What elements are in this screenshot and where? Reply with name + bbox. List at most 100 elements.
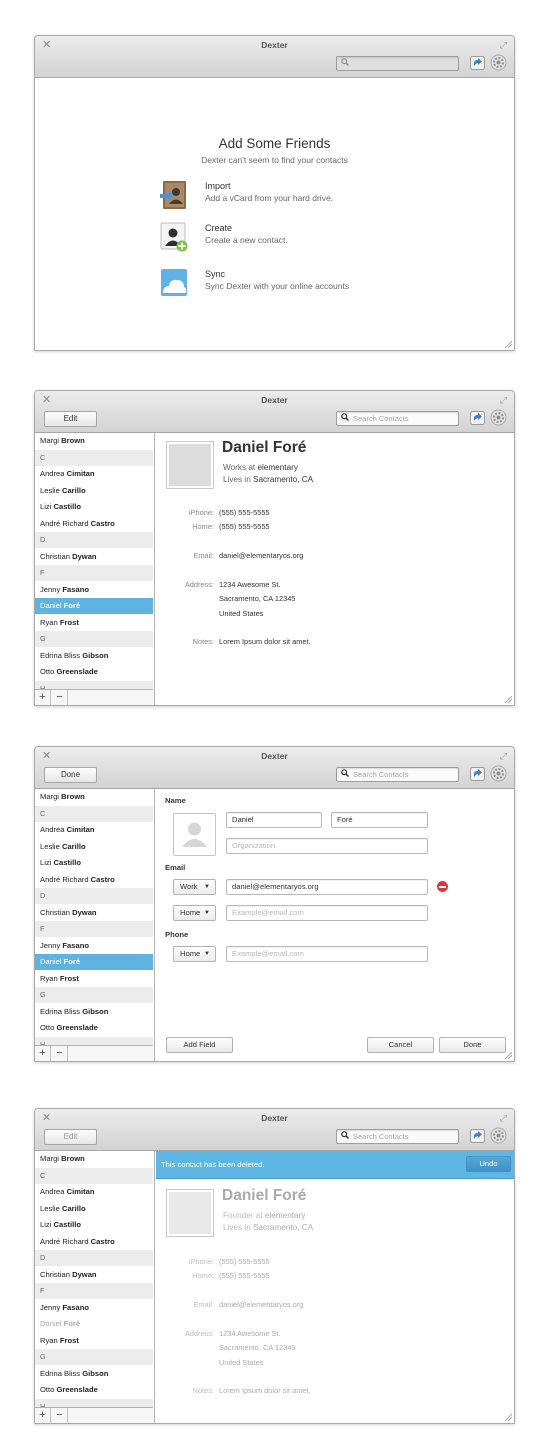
contact-list-item[interactable]: Andrea Cimitan — [35, 466, 153, 482]
contact-list-item[interactable]: Leslie Carillo — [35, 483, 153, 499]
contact-list-item[interactable]: Lizi Castillo — [35, 499, 153, 515]
contact-list-item[interactable]: Margi Brown — [35, 433, 153, 449]
first-name-field[interactable]: Daniel — [226, 812, 322, 828]
phone-type-select[interactable]: Home ▼ — [173, 946, 216, 962]
contact-list-item[interactable]: Andrea Cimitan — [35, 1184, 153, 1200]
contact-last-name: Dywan — [72, 1269, 97, 1279]
contact-list-item[interactable]: Otto Greenslade — [35, 1382, 153, 1398]
contact-list-item[interactable]: Christian Dywan — [35, 905, 153, 921]
iphone-value[interactable]: (555) 555-5555 — [219, 508, 270, 517]
email-value[interactable]: daniel@elementaryos.org — [219, 551, 303, 560]
contact-list-item[interactable]: Otto Greenslade — [35, 664, 153, 680]
add-contact-button[interactable]: + — [35, 690, 51, 705]
welcome-window: ✕ Dexter ⤢ Add Some Friends Dexter can't… — [34, 35, 515, 351]
share-icon[interactable] — [470, 766, 485, 782]
contact-last-name: Castillo — [53, 502, 81, 511]
contact-list-item[interactable]: Daniel Foré — [35, 954, 153, 970]
contact-list-item[interactable]: Christian Dywan — [35, 1267, 153, 1283]
contact-last-name: Greenslade — [56, 667, 98, 676]
remove-contact-button[interactable]: − — [52, 1046, 68, 1061]
contact-list-item[interactable]: Edrina Bliss Gibson — [35, 648, 153, 664]
resize-grip-icon[interactable] — [504, 1413, 512, 1421]
contact-list-item[interactable]: Ryan Frost — [35, 1333, 153, 1349]
contact-list-item[interactable]: Jenny Fasano — [35, 938, 153, 954]
maximize-icon[interactable]: ⤢ — [500, 39, 507, 51]
edit-button[interactable]: Edit — [44, 1129, 97, 1145]
contact-list-item[interactable]: Edrina Bliss Gibson — [35, 1004, 153, 1020]
gear-icon[interactable] — [490, 54, 507, 71]
section-header: D — [35, 1250, 153, 1266]
maximize-icon[interactable]: ⤢ — [500, 1112, 507, 1124]
create-option[interactable]: Create Create a new contact. — [160, 222, 420, 256]
contact-photo[interactable] — [167, 442, 213, 488]
search-input[interactable]: Search Contacts — [336, 1129, 459, 1144]
organization-field[interactable]: Organization — [226, 838, 428, 854]
contact-first-name: Margi — [40, 436, 59, 445]
email-type-select[interactable]: Work ▼ — [173, 879, 216, 895]
contact-list-item[interactable]: Ryan Frost — [35, 615, 153, 631]
gear-icon[interactable] — [490, 409, 507, 426]
contact-list-item[interactable]: Leslie Carillo — [35, 839, 153, 855]
contact-list-item[interactable]: Jenny Fasano — [35, 1300, 153, 1316]
email-field[interactable]: daniel@elementaryos.org — [226, 879, 428, 895]
contact-list-item[interactable]: Jenny Fasano — [35, 582, 153, 598]
remove-contact-button[interactable]: − — [52, 1408, 68, 1423]
contact-list-item[interactable]: André Richard Castro — [35, 1234, 153, 1250]
contact-list-item[interactable]: Leslie Carillo — [35, 1201, 153, 1217]
email-type-select-2[interactable]: Home ▼ — [173, 905, 216, 921]
search-input[interactable]: Search Contacts — [336, 411, 459, 426]
contact-list-item[interactable]: Lizi Castillo — [35, 1217, 153, 1233]
welcome-heading: Add Some Friends — [218, 136, 331, 151]
contact-list-item[interactable]: André Richard Castro — [35, 872, 153, 888]
contact-last-name: Dywan — [72, 551, 97, 561]
share-icon[interactable] — [470, 55, 485, 71]
contact-list-item[interactable]: Christian Dywan — [35, 549, 153, 565]
contact-list-item[interactable]: Lizi Castillo — [35, 855, 153, 871]
home-value[interactable]: (555) 555-5555 — [219, 522, 270, 531]
dropdown-arrow-icon: ▼ — [204, 910, 210, 916]
import-option[interactable]: Import Add a vCard from your hard drive. — [160, 180, 420, 214]
undo-button[interactable]: Undo — [466, 1156, 511, 1172]
iphone-value: (555) 555-5555 — [219, 1257, 270, 1266]
remove-email-icon[interactable] — [437, 881, 448, 892]
contact-first-name: Margi — [40, 1154, 59, 1163]
sync-option[interactable]: Sync Sync Dexter with your online accoun… — [160, 268, 420, 302]
resize-grip-icon[interactable] — [504, 340, 512, 348]
avatar-picker[interactable] — [173, 813, 216, 856]
resize-grip-icon[interactable] — [504, 695, 512, 703]
maximize-icon[interactable]: ⤢ — [500, 394, 507, 406]
resize-grip-icon[interactable] — [504, 1051, 512, 1059]
add-field-button[interactable]: Add Field — [166, 1037, 233, 1053]
create-contact-icon — [160, 222, 188, 252]
contact-list-item[interactable]: Edrina Bliss Gibson — [35, 1366, 153, 1382]
contact-list-item[interactable]: Margi Brown — [35, 1151, 153, 1167]
add-contact-button[interactable]: + — [35, 1408, 51, 1423]
email-field-2[interactable]: Example@email.com — [226, 905, 428, 921]
address-line1[interactable]: 1234 Awesome St. — [219, 580, 281, 589]
contact-list-item[interactable]: André Richard Castro — [35, 516, 153, 532]
list-action-bar: + − — [35, 1407, 153, 1423]
edit-button[interactable]: Edit — [44, 411, 97, 427]
contact-first-name: Lizi — [40, 502, 52, 511]
search-input[interactable]: Search Contacts — [336, 767, 459, 782]
done-form-button[interactable]: Done — [439, 1037, 506, 1053]
share-icon[interactable] — [470, 1128, 485, 1144]
share-icon[interactable] — [470, 410, 485, 426]
contact-last-name: Greenslade — [56, 1023, 98, 1032]
remove-contact-button[interactable]: − — [52, 690, 68, 705]
gear-icon[interactable] — [490, 1127, 507, 1144]
phone-field[interactable]: Example@email.com — [226, 946, 428, 962]
maximize-icon[interactable]: ⤢ — [500, 750, 507, 762]
search-input[interactable] — [336, 56, 459, 71]
last-name-field[interactable]: Foré — [331, 812, 428, 828]
contact-list-item[interactable]: Otto Greenslade — [35, 1020, 153, 1036]
gear-icon[interactable] — [490, 765, 507, 782]
contact-list-item[interactable]: Andrea Cimitan — [35, 822, 153, 838]
done-button[interactable]: Done — [44, 767, 97, 783]
contact-list-item[interactable]: Ryan Frost — [35, 971, 153, 987]
cancel-button[interactable]: Cancel — [367, 1037, 434, 1053]
contact-list-item[interactable]: Margi Brown — [35, 789, 153, 805]
add-contact-button[interactable]: + — [35, 1046, 51, 1061]
name-section-title: Name — [165, 796, 186, 805]
contact-list-item[interactable]: Daniel Foré — [35, 598, 153, 614]
